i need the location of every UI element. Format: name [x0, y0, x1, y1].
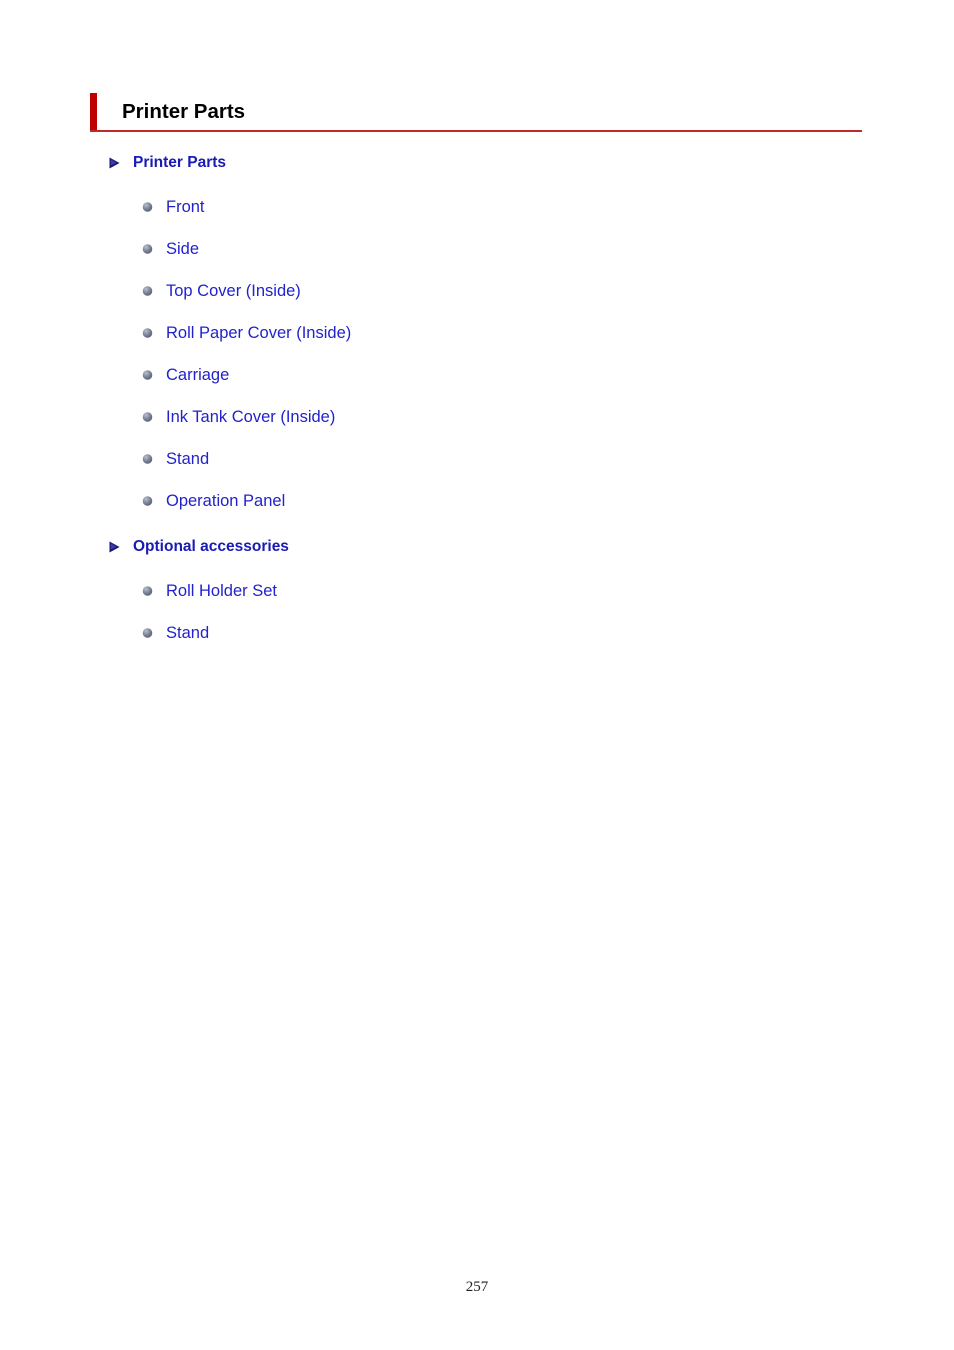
- toc-item-link[interactable]: Front: [0, 186, 954, 228]
- toc-item-link[interactable]: Operation Panel: [0, 480, 954, 522]
- toc-group-link[interactable]: Optional accessories: [0, 532, 954, 562]
- sphere-bullet-icon: [142, 628, 153, 638]
- sphere-bullet-icon: [142, 370, 153, 380]
- sphere-bullet-icon: [142, 202, 153, 212]
- title-divider: [90, 130, 862, 132]
- toc-item-link[interactable]: Roll Paper Cover (Inside): [0, 312, 954, 354]
- toc-item-label: Stand: [166, 449, 210, 468]
- sphere-bullet-icon: [142, 496, 153, 506]
- sphere-bullet-icon: [142, 244, 153, 254]
- toc-item-label: Stand: [166, 623, 210, 642]
- toc-item-label: Side: [166, 239, 200, 258]
- toc-item-label: Operation Panel: [166, 491, 286, 510]
- toc-item-link[interactable]: Carriage: [0, 354, 954, 396]
- table-of-contents: Printer Parts Front Side Top Cover (Inside)…: [0, 148, 954, 654]
- toc-item-link[interactable]: Top Cover (Inside): [0, 270, 954, 312]
- toc-item-link[interactable]: Roll Holder Set: [0, 570, 954, 612]
- toc-group-link[interactable]: Printer Parts: [0, 148, 954, 178]
- sphere-bullet-icon: [142, 586, 153, 596]
- toc-item-label: Roll Holder Set: [166, 581, 277, 600]
- toc-sub-list: Front Side Top Cover (Inside) Roll Paper Co…: [0, 186, 954, 522]
- title-row: Printer Parts: [90, 93, 862, 130]
- toc-group-label: Printer Parts: [133, 154, 227, 172]
- toc-group: Printer Parts Front Side Top Cover (Inside)…: [0, 148, 954, 522]
- toc-item-link[interactable]: Stand: [0, 612, 954, 654]
- page-footer: 257: [0, 1278, 954, 1296]
- page-number: 257: [465, 1279, 489, 1295]
- toc-sub-list: Roll Holder Set Stand: [0, 570, 954, 654]
- toc-item-link[interactable]: Stand: [0, 438, 954, 480]
- toc-item-label: Roll Paper Cover (Inside): [166, 323, 352, 342]
- sphere-bullet-icon: [142, 454, 153, 464]
- page-header: Printer Parts: [90, 93, 862, 132]
- sphere-bullet-icon: [142, 412, 153, 422]
- document-page: Printer Parts Printer Parts Front Side Top …: [0, 0, 954, 1350]
- arrow-right-icon: [109, 157, 120, 169]
- toc-group-label: Optional accessories: [133, 538, 289, 556]
- toc-item-label: Ink Tank Cover (Inside): [166, 407, 336, 426]
- toc-item-label: Front: [166, 197, 205, 216]
- page-title: Printer Parts: [122, 100, 246, 123]
- accent-bar: [90, 93, 97, 130]
- toc-item-label: Carriage: [166, 365, 230, 384]
- toc-group: Optional accessories Roll Holder Set Stand: [0, 532, 954, 654]
- arrow-right-icon: [109, 541, 120, 553]
- toc-item-link[interactable]: Ink Tank Cover (Inside): [0, 396, 954, 438]
- toc-item-label: Top Cover (Inside): [166, 281, 301, 300]
- toc-item-link[interactable]: Side: [0, 228, 954, 270]
- sphere-bullet-icon: [142, 286, 153, 296]
- sphere-bullet-icon: [142, 328, 153, 338]
